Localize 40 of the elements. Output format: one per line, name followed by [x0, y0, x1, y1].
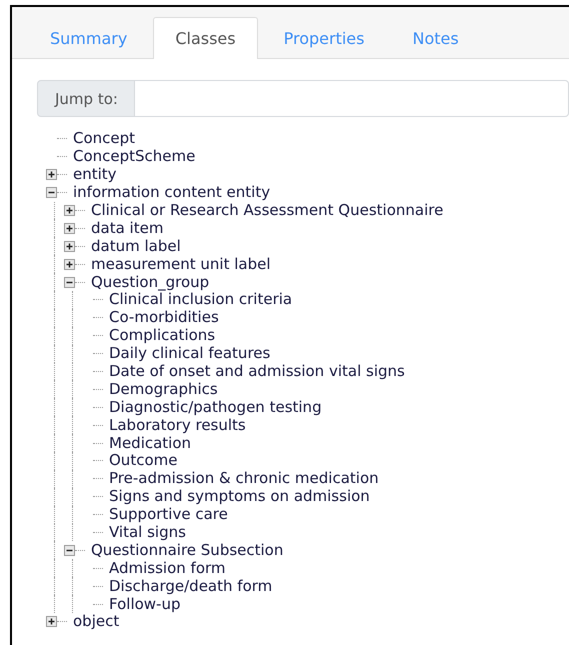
tree-item[interactable]: Date of onset and admission vital signs: [109, 363, 405, 380]
tab[interactable]: Classes: [153, 17, 258, 59]
tree-item[interactable]: Clinical or Research Assessment Questionnaire: [91, 202, 444, 219]
collapse-icon[interactable]: [64, 544, 75, 556]
tree-item[interactable]: Vital signs: [109, 524, 186, 542]
collapse-icon[interactable]: [64, 276, 75, 288]
collapse-icon[interactable]: [46, 187, 57, 198]
jump-to-field[interactable]: [134, 80, 569, 117]
tree-item[interactable]: datum label: [91, 238, 181, 255]
expand-icon[interactable]: [46, 616, 57, 628]
tree-item[interactable]: entity: [73, 166, 117, 184]
tree-item[interactable]: information content entity: [73, 184, 270, 202]
tree-item[interactable]: Concept: [73, 130, 136, 148]
tree-item[interactable]: object: [73, 613, 120, 630]
tree-item[interactable]: Diagnostic/pathogen testing: [109, 398, 322, 416]
tree-item[interactable]: Signs and symptoms on admission: [109, 488, 370, 506]
expand-icon[interactable]: [64, 205, 75, 216]
tree-item[interactable]: Outcome: [109, 452, 178, 470]
expand-icon[interactable]: [64, 258, 75, 270]
tree-item[interactable]: Demographics: [109, 380, 218, 398]
tree-item[interactable]: Admission form: [109, 560, 226, 577]
tree-item[interactable]: Clinical inclusion criteria: [109, 291, 292, 308]
tree-item[interactable]: Supportive care: [109, 506, 228, 524]
tree-item[interactable]: Questionnaire Subsection: [91, 542, 284, 559]
tree-item[interactable]: Medication: [109, 434, 192, 452]
tree-item[interactable]: measurement unit label: [91, 256, 271, 273]
tree-item[interactable]: Follow-up: [109, 596, 180, 613]
tree-item[interactable]: Complications: [109, 327, 216, 344]
tree-item[interactable]: data item: [91, 220, 164, 237]
tree-item[interactable]: Laboratory results: [109, 416, 246, 434]
expand-icon[interactable]: [64, 222, 75, 234]
tree-item[interactable]: Daily clinical features: [109, 345, 270, 362]
tree-item[interactable]: Question_group: [91, 274, 210, 291]
tree-item[interactable]: Co-morbidities: [109, 309, 219, 326]
jump-to-label: Jump to:: [37, 80, 135, 117]
expand-icon[interactable]: [46, 169, 57, 180]
tree-item[interactable]: ConceptScheme: [73, 148, 196, 166]
tree-item[interactable]: Discharge/death form: [109, 578, 272, 595]
tree-item[interactable]: Pre-admission & chronic medication: [109, 470, 379, 488]
expand-icon[interactable]: [64, 240, 75, 252]
